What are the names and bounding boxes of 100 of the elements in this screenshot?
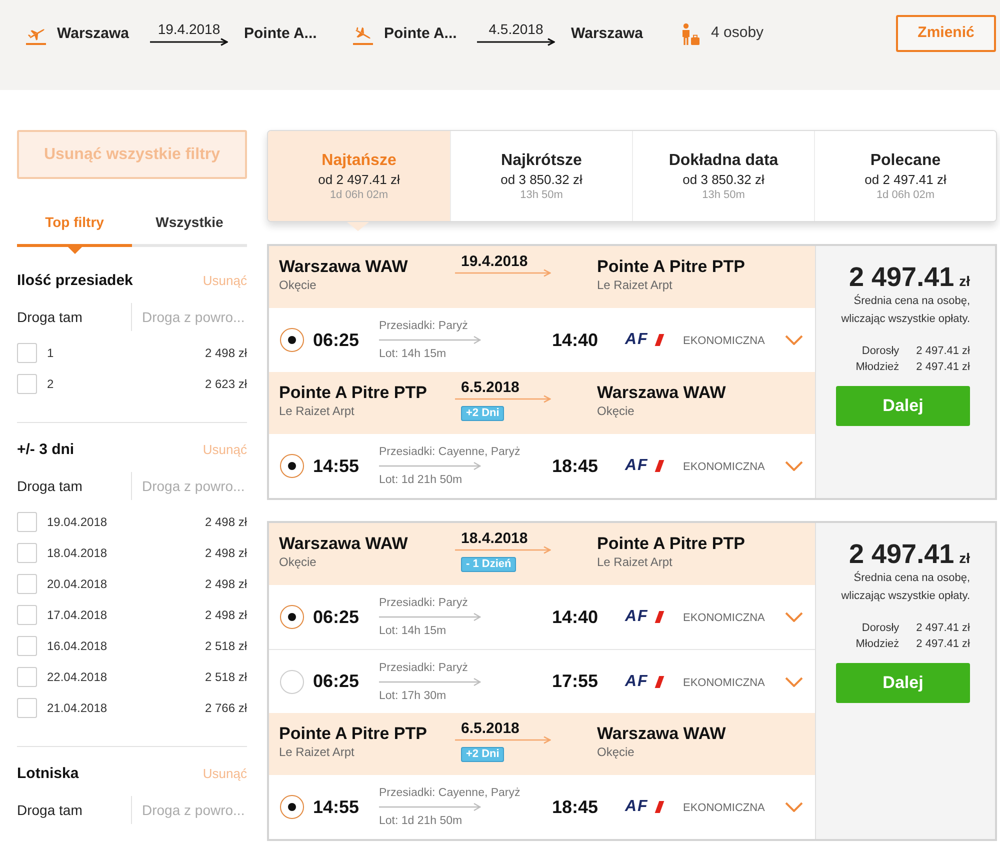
option-price: 2 498 zł	[204, 344, 247, 362]
airline-logo: AF	[625, 672, 665, 690]
chevron-down-icon[interactable]	[785, 802, 803, 812]
arrow-icon	[455, 269, 551, 277]
arrival-time: 14:40	[552, 328, 598, 352]
cabin-class: EKONOMICZNA	[683, 335, 765, 347]
price-amount: 2 497.41	[849, 539, 954, 569]
flight-date: 6.5.2018	[461, 721, 520, 737]
direction-tab[interactable]: Droga tam	[17, 303, 131, 331]
option-price: 2 498 zł	[204, 576, 247, 592]
arrow-icon	[379, 461, 481, 471]
cabin-class: EKONOMICZNA	[683, 461, 765, 473]
option-price: 2 518 zł	[204, 638, 247, 654]
fare-price: 2 497.41 zł	[916, 637, 970, 652]
arrival-time: 18:45	[552, 454, 598, 478]
duration-text: 1d 06h 02m	[330, 188, 388, 202]
airline-logo: AF	[625, 457, 665, 475]
direction-tab[interactable]: Droga z powro...	[131, 303, 247, 331]
option-price: 2 498 zł	[204, 544, 247, 562]
sort-tab[interactable]: Najkrótsze od 3 850.32 zł 13h 50m	[450, 131, 632, 221]
flight-date: 18.4.2018	[461, 531, 528, 547]
option-label: 20.04.2018	[47, 576, 108, 592]
radio-button[interactable]	[280, 605, 304, 629]
option-price: 2 766 zł	[204, 700, 247, 716]
city-name: Pointe A Pitre PTP	[279, 383, 427, 403]
arrival-time: 18:45	[552, 796, 598, 818]
chevron-down-icon[interactable]	[785, 461, 803, 471]
airport-name: Okęcie	[597, 744, 634, 760]
cabin-class: EKONOMICZNA	[683, 676, 765, 688]
city-name: Warszawa	[571, 24, 643, 42]
radio-button[interactable]	[280, 795, 304, 819]
sort-tab[interactable]: Polecane od 2 497.41 zł 1d 06h 02m	[814, 131, 996, 221]
flight-duration: Lot: 1d 21h 50m	[379, 473, 462, 487]
change-button[interactable]: Zmienić	[896, 15, 996, 52]
checkbox[interactable]	[17, 374, 37, 394]
flight-duration: Lot: 14h 15m	[379, 624, 446, 638]
chevron-down-icon[interactable]	[785, 612, 803, 622]
chevron-down-icon[interactable]	[785, 335, 803, 345]
price-text: od 2 497.41 zł	[864, 171, 946, 188]
direction-tab[interactable]: Droga z powro...	[131, 472, 247, 500]
city-name: Pointe A Pitre PTP	[597, 257, 745, 277]
airport-name: Okęcie	[279, 277, 316, 293]
radio-button[interactable]	[280, 670, 304, 694]
city-name: Warszawa WAW	[279, 534, 408, 554]
airport-name: Le Raizet Arpt	[597, 554, 672, 570]
checkbox[interactable]	[17, 666, 37, 686]
checkbox[interactable]	[17, 604, 37, 624]
checkbox[interactable]	[17, 636, 37, 656]
stops-text: Przesiadki: Cayenne, Paryż	[379, 786, 520, 800]
stops-text: Przesiadki: Paryż	[379, 319, 468, 333]
airline-logo: AF	[625, 798, 665, 816]
checkbox[interactable]	[17, 542, 37, 562]
price-note: Średnia cena na osobę, wliczając wszystkie opłaty.	[840, 293, 970, 327]
direction-tab[interactable]: Droga tam	[17, 472, 131, 500]
arrow-icon	[455, 546, 551, 554]
option-label: 21.04.2018	[47, 700, 108, 716]
chevron-down-icon[interactable]	[785, 676, 803, 686]
checkbox[interactable]	[17, 512, 37, 532]
filter-tab[interactable]: Wszystkie	[132, 200, 247, 247]
arrow-icon	[379, 612, 481, 622]
travel-date: 4.5.2018	[488, 21, 544, 37]
direction-tab[interactable]: Droga z powro...	[131, 796, 247, 824]
option-price: 2 498 zł	[204, 606, 247, 624]
filter-title: +/- 3 dni	[17, 440, 74, 460]
filter-tab[interactable]: Top filtry	[17, 200, 132, 247]
fare-label: Młodzież	[856, 360, 900, 375]
airport-name: Okęcie	[597, 403, 634, 419]
option-label: 17.04.2018	[47, 606, 108, 624]
currency: zł	[959, 549, 970, 568]
option-label: 16.04.2018	[47, 638, 108, 654]
continue-button[interactable]: Dalej	[836, 663, 970, 703]
checkbox[interactable]	[17, 342, 37, 362]
airport-name: Le Raizet Arpt	[597, 277, 672, 293]
arrow-icon	[477, 38, 555, 46]
airport-name: Le Raizet Arpt	[279, 744, 354, 760]
checkbox[interactable]	[17, 698, 37, 718]
option-label: 1	[47, 344, 54, 362]
arrow-icon	[455, 395, 551, 403]
continue-button[interactable]: Dalej	[836, 386, 970, 426]
arrow-icon	[379, 802, 481, 812]
option-price: 2 623 zł	[204, 376, 247, 392]
departure-time: 14:55	[313, 796, 360, 816]
checkbox[interactable]	[17, 574, 37, 594]
travel-date: 19.4.2018	[158, 21, 220, 37]
radio-button[interactable]	[280, 454, 304, 478]
day-shift-badge: +2 Dni	[461, 747, 504, 762]
day-shift-badge: +2 Dni	[461, 406, 504, 421]
direction-tab[interactable]: Droga tam	[17, 796, 131, 824]
arrow-icon	[150, 38, 228, 46]
departure-time: 06:25	[313, 606, 360, 626]
price-note: Średnia cena na osobę, wliczając wszystkie opłaty.	[840, 570, 970, 604]
cabin-class: EKONOMICZNA	[683, 612, 765, 624]
sort-tab[interactable]: Dokładna data od 3 850.32 zł 13h 50m	[632, 131, 814, 221]
sort-tab[interactable]: Najtańsze od 2 497.41 zł 1d 06h 02m	[268, 131, 450, 221]
fare-label: Młodzież	[856, 637, 900, 652]
option-price: 2 498 zł	[204, 514, 247, 530]
radio-button[interactable]	[280, 328, 304, 352]
flight-date: 6.5.2018	[461, 380, 520, 396]
airport-name: Le Raizet Arpt	[279, 403, 354, 419]
duration-text: 1d 06h 02m	[876, 188, 935, 202]
